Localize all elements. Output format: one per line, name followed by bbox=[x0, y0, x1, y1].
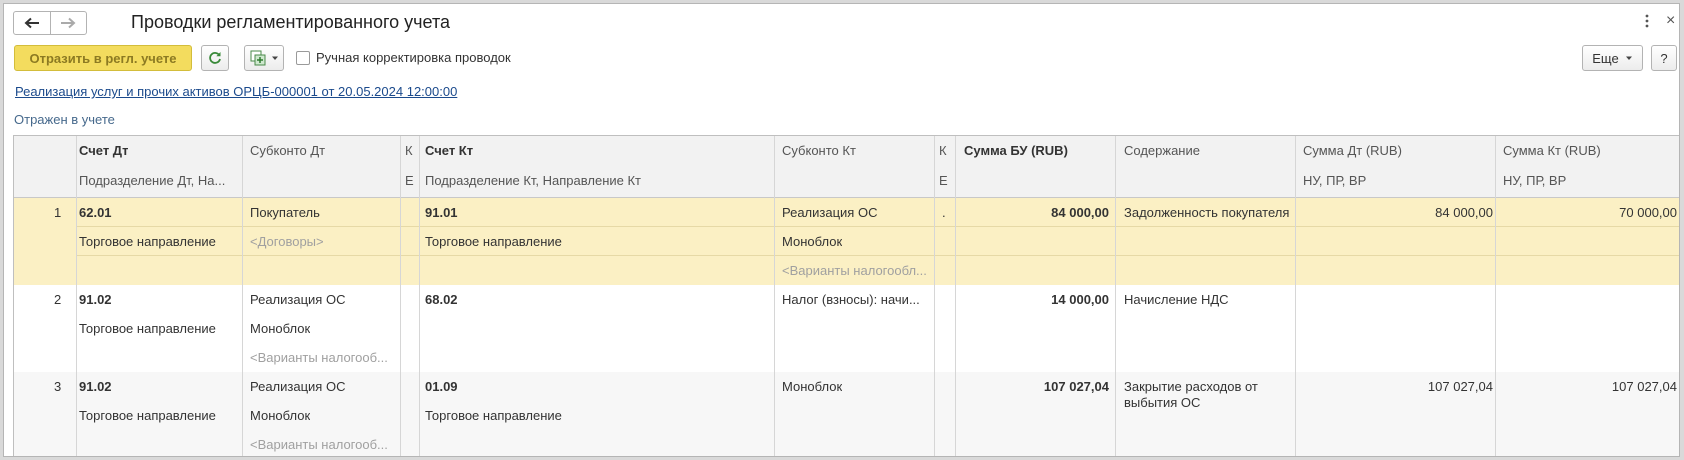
cell-sum-kt[interactable]: 70 000,00 bbox=[1499, 205, 1677, 220]
cell-sum-dt[interactable]: 107 027,04 bbox=[1299, 379, 1493, 394]
header-sum-bu[interactable]: Сумма БУ (RUB) bbox=[964, 143, 1068, 158]
refresh-button[interactable] bbox=[201, 45, 229, 71]
row-number: 2 bbox=[54, 292, 62, 307]
cell-sum-bu[interactable]: 84 000,00 bbox=[959, 205, 1109, 220]
column-divider bbox=[934, 136, 935, 456]
table-row[interactable]: 1 62.01 Торговое направление Покупатель … bbox=[14, 198, 1679, 285]
header-subk-kt[interactable]: Субконто Кт bbox=[782, 143, 856, 158]
title-bar: Проводки регламентированного учета × bbox=[4, 4, 1679, 40]
more-vert-icon[interactable] bbox=[1644, 14, 1650, 31]
cell-subk-dt-1[interactable]: Покупатель bbox=[250, 205, 320, 220]
cell-content[interactable]: Закрытие расходов от выбытия ОС bbox=[1124, 379, 1294, 411]
cell-subk-kt-3[interactable]: <Варианты налогообл... bbox=[782, 263, 937, 278]
header-content[interactable]: Содержание bbox=[1124, 143, 1200, 158]
cell-subk-dt-2[interactable]: Моноблок bbox=[250, 408, 310, 423]
cell-sum-dt[interactable]: 84 000,00 bbox=[1299, 205, 1493, 220]
cell-subk-dt-1[interactable]: Реализация ОС bbox=[250, 292, 345, 307]
toolbar: Отразить в регл. учете Ручная корректиро… bbox=[4, 44, 1679, 74]
header-acct-kt[interactable]: Счет Кт bbox=[425, 143, 473, 158]
cell-dept-kt[interactable]: Торговое направление bbox=[425, 234, 562, 249]
help-button[interactable]: ? bbox=[1651, 45, 1677, 71]
cell-subk-kt-1[interactable]: Моноблок bbox=[782, 379, 842, 394]
cell-sum-kt[interactable]: 107 027,04 bbox=[1499, 379, 1677, 394]
cell-dept-dt[interactable]: Торговое направление bbox=[79, 408, 216, 423]
cell-dept-dt[interactable]: Торговое направление bbox=[79, 234, 216, 249]
cell-sum-bu[interactable]: 14 000,00 bbox=[959, 292, 1109, 307]
cell-dept-dt[interactable]: Торговое направление bbox=[79, 321, 216, 336]
header-sum-dt-sub[interactable]: НУ, ПР, ВР bbox=[1303, 173, 1366, 188]
header-acct-kt-sub[interactable]: Подразделение Кт, Направление Кт bbox=[425, 173, 641, 188]
cell-subk-dt-1[interactable]: Реализация ОС bbox=[250, 379, 345, 394]
column-divider bbox=[242, 136, 243, 456]
header-k1[interactable]: К bbox=[405, 143, 413, 158]
refresh-icon bbox=[209, 52, 221, 64]
cell-acct-dt[interactable]: 62.01 bbox=[79, 205, 112, 220]
column-divider bbox=[76, 136, 77, 456]
manual-correction-label: Ручная корректировка проводок bbox=[316, 50, 511, 65]
cell-content[interactable]: Начисление НДС bbox=[1124, 292, 1229, 307]
cell-subk-dt-3[interactable]: <Варианты налогооб... bbox=[250, 437, 400, 452]
cell-subk-kt-1[interactable]: Налог (взносы): начи... bbox=[782, 292, 937, 307]
cell-sum-bu[interactable]: 107 027,04 bbox=[959, 379, 1109, 394]
cell-acct-kt[interactable]: 91.01 bbox=[425, 205, 458, 220]
cell-acct-dt[interactable]: 91.02 bbox=[79, 379, 112, 394]
table-row[interactable]: 2 91.02 Торговое направление Реализация … bbox=[14, 285, 1679, 372]
cell-subk-kt-1[interactable]: Реализация ОС bbox=[782, 205, 877, 220]
column-divider bbox=[419, 136, 420, 456]
window: Проводки регламентированного учета × Отр… bbox=[3, 3, 1680, 457]
nav-buttons bbox=[13, 11, 87, 35]
table-header: Счет Дт Подразделение Дт, На... Субконто… bbox=[14, 136, 1679, 198]
column-divider bbox=[1115, 136, 1116, 456]
cell-content[interactable]: Задолженность покупателя bbox=[1124, 205, 1294, 221]
header-sum-kt[interactable]: Сумма Кт (RUB) bbox=[1503, 143, 1601, 158]
cell-subk-kt-2[interactable]: Моноблок bbox=[782, 234, 842, 249]
cell-acct-dt[interactable]: 91.02 bbox=[79, 292, 112, 307]
document-link[interactable]: Реализация услуг и прочих активов ОРЦБ-0… bbox=[15, 84, 457, 99]
page-title: Проводки регламентированного учета bbox=[131, 12, 451, 32]
arrow-right-icon bbox=[61, 17, 76, 29]
cell-subk-dt-2[interactable]: <Договоры> bbox=[250, 234, 324, 249]
cell-acct-kt[interactable]: 01.09 bbox=[425, 379, 458, 394]
column-divider bbox=[1295, 136, 1296, 456]
forward-button[interactable] bbox=[49, 12, 87, 34]
chevron-down-icon bbox=[1625, 56, 1632, 60]
header-subk-dt[interactable]: Субконто Дт bbox=[250, 143, 325, 158]
add-copy-icon bbox=[250, 50, 265, 66]
table-row[interactable]: 3 91.02 Торговое направление Реализация … bbox=[14, 372, 1679, 456]
column-divider bbox=[955, 136, 956, 456]
status-text: Отражен в учете bbox=[14, 112, 115, 127]
header-k2[interactable]: К bbox=[939, 143, 947, 158]
header-sum-dt[interactable]: Сумма Дт (RUB) bbox=[1303, 143, 1402, 158]
more-button[interactable]: Еще bbox=[1582, 45, 1643, 71]
cell-subk-dt-2[interactable]: Моноблок bbox=[250, 321, 310, 336]
column-divider bbox=[1495, 136, 1496, 456]
back-button[interactable] bbox=[14, 12, 50, 34]
arrow-left-icon bbox=[24, 17, 39, 29]
header-k2-sub[interactable]: Е bbox=[939, 173, 948, 188]
column-divider bbox=[774, 136, 775, 456]
chevron-down-icon bbox=[271, 56, 278, 60]
manual-correction-checkbox[interactable] bbox=[296, 51, 310, 65]
post-to-accounting-button[interactable]: Отразить в регл. учете bbox=[14, 45, 192, 71]
row-number: 3 bbox=[54, 379, 62, 394]
cell-dept-kt[interactable]: Торговое направление bbox=[425, 408, 562, 423]
more-button-label: Еще bbox=[1592, 50, 1619, 66]
add-copy-dropdown[interactable] bbox=[244, 45, 284, 71]
cell-k2: . bbox=[942, 205, 946, 220]
header-acct-dt[interactable]: Счет Дт bbox=[79, 143, 128, 158]
cell-acct-kt[interactable]: 68.02 bbox=[425, 292, 458, 307]
header-acct-dt-sub[interactable]: Подразделение Дт, На... bbox=[79, 173, 225, 188]
header-sum-kt-sub[interactable]: НУ, ПР, ВР bbox=[1503, 173, 1566, 188]
entries-table: Счет Дт Подразделение Дт, На... Субконто… bbox=[13, 135, 1679, 456]
row-number: 1 bbox=[54, 205, 62, 220]
header-k1-sub[interactable]: Е bbox=[405, 173, 414, 188]
close-button[interactable]: × bbox=[1666, 12, 1675, 30]
column-divider bbox=[400, 136, 401, 456]
cell-subk-dt-3[interactable]: <Варианты налогооб... bbox=[250, 350, 400, 365]
